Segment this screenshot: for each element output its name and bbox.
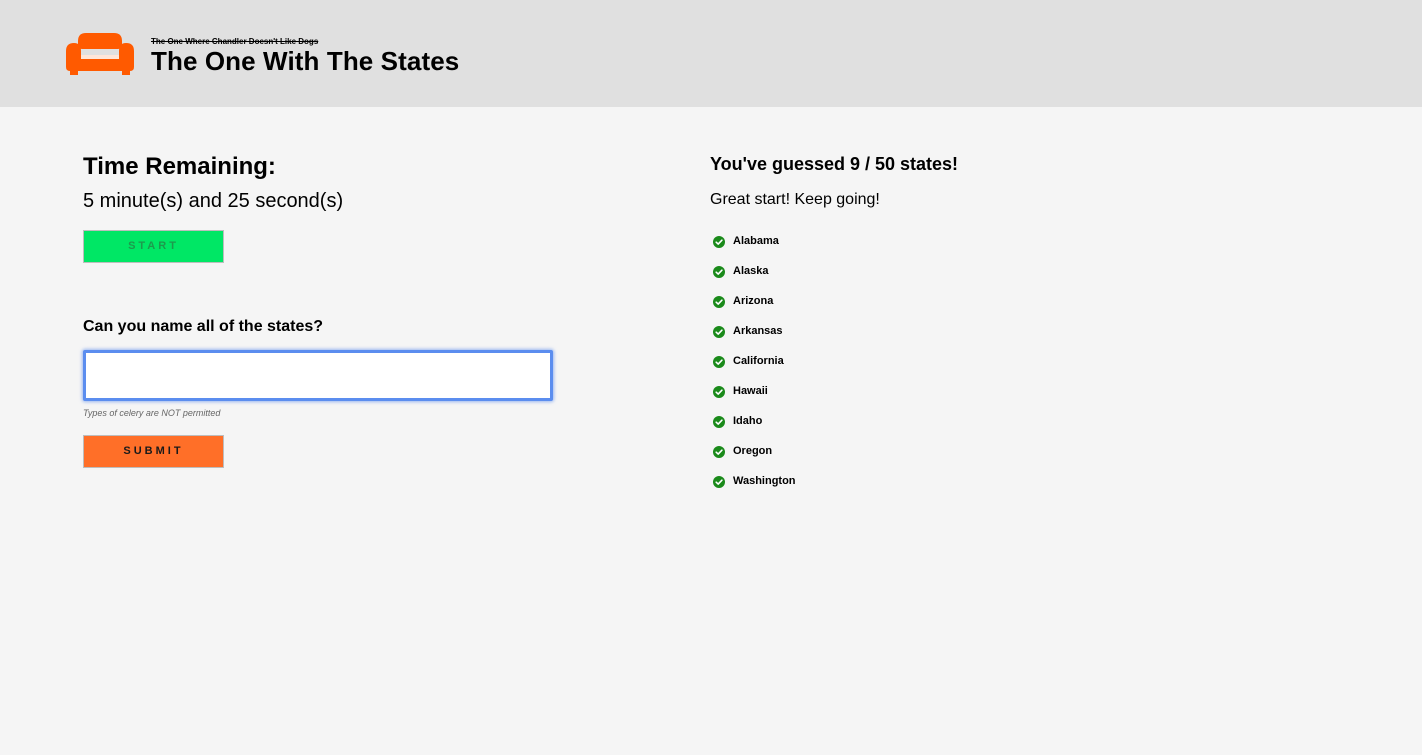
list-item: California [713, 354, 796, 384]
list-item: Oregon [713, 444, 796, 474]
check-circle-icon [713, 236, 725, 248]
check-circle-icon [713, 266, 725, 278]
state-name: Alaska [733, 265, 769, 277]
list-item: Alabama [713, 234, 796, 264]
check-circle-icon [713, 446, 725, 458]
state-answer-input[interactable] [83, 350, 553, 401]
state-name: Hawaii [733, 385, 768, 397]
state-name: Alabama [733, 235, 779, 247]
guessed-states-list: Alabama Alaska Arizona Arkansas Californ… [713, 234, 796, 504]
episode-subtitle: The One Where Chandler Doesn't Like Dogs [151, 37, 319, 46]
timer-heading: Time Remaining: [83, 153, 276, 180]
list-item: Alaska [713, 264, 796, 294]
check-circle-icon [713, 326, 725, 338]
check-circle-icon [713, 296, 725, 308]
check-circle-icon [713, 386, 725, 398]
check-circle-icon [713, 416, 725, 428]
state-name: Washington [733, 475, 796, 487]
question-label: Can you name all of the states? [83, 318, 324, 335]
state-name: Arkansas [733, 325, 783, 337]
couch-icon [66, 33, 134, 75]
state-name: Arizona [733, 295, 774, 307]
list-item: Arkansas [713, 324, 796, 354]
page-title: The One With The States [151, 46, 460, 76]
list-item: Hawaii [713, 384, 796, 414]
page-header: The One Where Chandler Doesn't Like Dogs… [0, 0, 1422, 107]
input-hint: Types of celery are NOT permitted [83, 408, 221, 418]
start-button[interactable]: START [83, 230, 224, 263]
list-item: Arizona [713, 294, 796, 324]
progress-message: Great start! Keep going! [710, 191, 880, 208]
state-name: Oregon [733, 445, 773, 457]
check-circle-icon [713, 356, 725, 368]
list-item: Idaho [713, 414, 796, 444]
state-name: California [733, 355, 784, 367]
check-circle-icon [713, 476, 725, 488]
timer-value: 5 minute(s) and 25 second(s) [83, 190, 344, 212]
list-item: Washington [713, 474, 796, 504]
state-name: Idaho [733, 415, 763, 427]
submit-button[interactable]: SUBMIT [83, 435, 224, 468]
progress-heading: You've guessed 9 / 50 states! [710, 154, 959, 174]
